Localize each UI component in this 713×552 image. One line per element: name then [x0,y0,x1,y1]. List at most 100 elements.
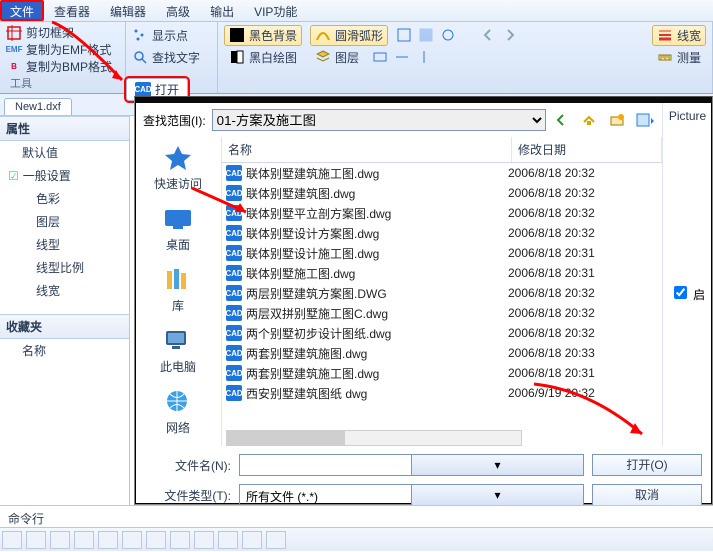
nav-fwd-icon[interactable] [502,27,518,43]
panel-favorites[interactable]: 收藏夹 [0,314,129,339]
back-icon[interactable] [552,111,570,129]
black-bg-button[interactable]: 黑色背景 [224,25,302,46]
status-cell[interactable] [146,531,166,549]
crop-frame-button[interactable]: 剪切框架 [26,24,74,41]
measure-button[interactable]: 测量 [652,47,706,68]
col-date[interactable]: 修改日期 [512,137,662,162]
col-name[interactable]: 名称 [222,137,512,162]
show-points-button[interactable]: 显示点 [152,27,188,44]
enable-preview-check[interactable]: 启 [670,283,705,303]
menu-bar: 文件 查看器 编辑器 高级 输出 VIP功能 [0,0,713,22]
copy-emf-button[interactable]: 复制为EMF格式 [26,41,111,58]
file-row[interactable]: CAD联体别墅平立剖方案图.dwg2006/8/18 20:32 [222,203,662,223]
ruler-icon [657,49,673,65]
panel-item-color[interactable]: 色彩 [0,187,129,210]
panel-item-ltscale[interactable]: 线型比例 [0,256,129,279]
file-date: 2006/8/18 20:32 [508,326,658,340]
file-date: 2006/8/18 20:31 [508,366,658,380]
crop-icon [6,25,22,41]
status-cell[interactable] [50,531,70,549]
file-row[interactable]: CAD两层别墅建筑方案图.DWG2006/8/18 20:32 [222,283,662,303]
file-row[interactable]: CAD两套别墅建筑施工图.dwg2006/8/18 20:31 [222,363,662,383]
mono-draw-button[interactable]: 黑白绘图 [224,47,302,68]
file-name: 西安别墅建筑图纸 dwg [246,385,508,402]
panel-item-lweight[interactable]: 线宽 [0,279,129,302]
file-row[interactable]: CAD联体别墅设计方案图.dwg2006/8/18 20:32 [222,223,662,243]
place-thispc[interactable]: 此电脑 [137,324,219,381]
find-text-button[interactable]: 查找文字 [152,49,200,66]
status-cell[interactable] [26,531,46,549]
open-button[interactable]: 打开(O) [592,454,702,476]
copy-bmp-button[interactable]: 复制为BMP格式 [26,58,112,75]
status-cell[interactable] [170,531,190,549]
menu-file[interactable]: 文件 [0,0,44,21]
status-cell[interactable] [2,531,22,549]
file-row[interactable]: CAD两层双拼别墅施工图C.dwg2006/8/18 20:32 [222,303,662,323]
line-width-button[interactable]: 线宽 [652,25,706,46]
file-row[interactable]: CAD两套别墅建筑施图.dwg2006/8/18 20:33 [222,343,662,363]
arc-icon [315,27,331,43]
status-cell[interactable] [98,531,118,549]
misc-icon-3[interactable] [440,27,456,43]
chevron-down-icon[interactable]: ▾ [411,485,583,505]
misc-icon-4[interactable] [372,49,388,65]
filename-combo[interactable]: ▾ [239,454,584,476]
place-library[interactable]: 库 [137,263,219,320]
smooth-arc-button[interactable]: 圆滑弧形 [310,25,388,46]
panel-attributes[interactable]: 属性 [0,116,129,141]
misc-icon-6[interactable] [416,49,432,65]
menu-advanced[interactable]: 高级 [156,0,200,21]
status-cell[interactable] [266,531,286,549]
file-row[interactable]: CAD联体别墅设计施工图.dwg2006/8/18 20:31 [222,243,662,263]
menu-output[interactable]: 输出 [200,0,244,21]
file-name: 两套别墅建筑施图.dwg [246,345,508,362]
chevron-down-icon[interactable]: ▾ [411,455,583,475]
network-icon [161,387,195,417]
status-cell[interactable] [218,531,238,549]
file-row[interactable]: CAD两个别墅初步设计图纸.dwg2006/8/18 20:32 [222,323,662,343]
points-icon [132,27,148,43]
status-cell[interactable] [242,531,262,549]
menu-vip[interactable]: VIP功能 [244,0,307,21]
status-cell[interactable] [194,531,214,549]
tab-new1[interactable]: New1.dxf [4,98,72,115]
layers-button[interactable]: 图层 [310,47,364,68]
file-list[interactable]: CAD联体别墅建筑施工图.dwg2006/8/18 20:32CAD联体别墅建筑… [222,163,662,446]
misc-icon-5[interactable] [394,49,410,65]
panel-item-layer[interactable]: 图层 [0,210,129,233]
file-row[interactable]: CAD西安别墅建筑图纸 dwg2006/9/19 20:32 [222,383,662,403]
menu-viewer[interactable]: 查看器 [44,0,100,21]
place-network[interactable]: 网络 [137,385,219,442]
lookin-label: 查找范围(I): [143,112,206,129]
file-row[interactable]: CAD联体别墅建筑施工图.dwg2006/8/18 20:32 [222,163,662,183]
panel-general[interactable]: 一般设置 [0,164,129,187]
file-date: 2006/8/18 20:32 [508,226,658,240]
newfolder-icon[interactable] [608,111,626,129]
hscrollbar[interactable] [226,430,522,446]
filename-label: 文件名(N): [175,457,231,474]
place-quick[interactable]: 快速访问 [137,141,219,198]
cad-file-icon: CAD [226,385,242,401]
place-desktop[interactable]: 桌面 [137,202,219,259]
status-cell[interactable] [122,531,142,549]
file-name: 两个别墅初步设计图纸.dwg [246,325,508,342]
file-date: 2006/9/19 20:32 [508,386,658,400]
menu-editor[interactable]: 编辑器 [100,0,156,21]
cad-file-icon: CAD [226,185,242,201]
misc-icon-2[interactable] [418,27,434,43]
blackbg-icon [229,27,245,43]
filelist-header[interactable]: 名称 修改日期 [222,137,662,163]
file-row[interactable]: CAD联体别墅建筑图.dwg2006/8/18 20:32 [222,183,662,203]
panel-defaults[interactable]: 默认值 [0,141,129,164]
misc-icon-1[interactable] [396,27,412,43]
file-name: 两套别墅建筑施工图.dwg [246,365,508,382]
nav-back-icon[interactable] [480,27,496,43]
status-cell[interactable] [74,531,94,549]
viewmenu-icon[interactable] [636,111,654,129]
file-row[interactable]: CAD联体别墅施工图.dwg2006/8/18 20:31 [222,263,662,283]
cancel-button[interactable]: 取消 [592,484,702,506]
filetype-combo[interactable]: 所有文件 (*.*)▾ [239,484,584,506]
panel-item-linetype[interactable]: 线型 [0,233,129,256]
up-icon[interactable] [580,111,598,129]
lookin-select[interactable]: 01-方案及施工图 [212,109,546,131]
